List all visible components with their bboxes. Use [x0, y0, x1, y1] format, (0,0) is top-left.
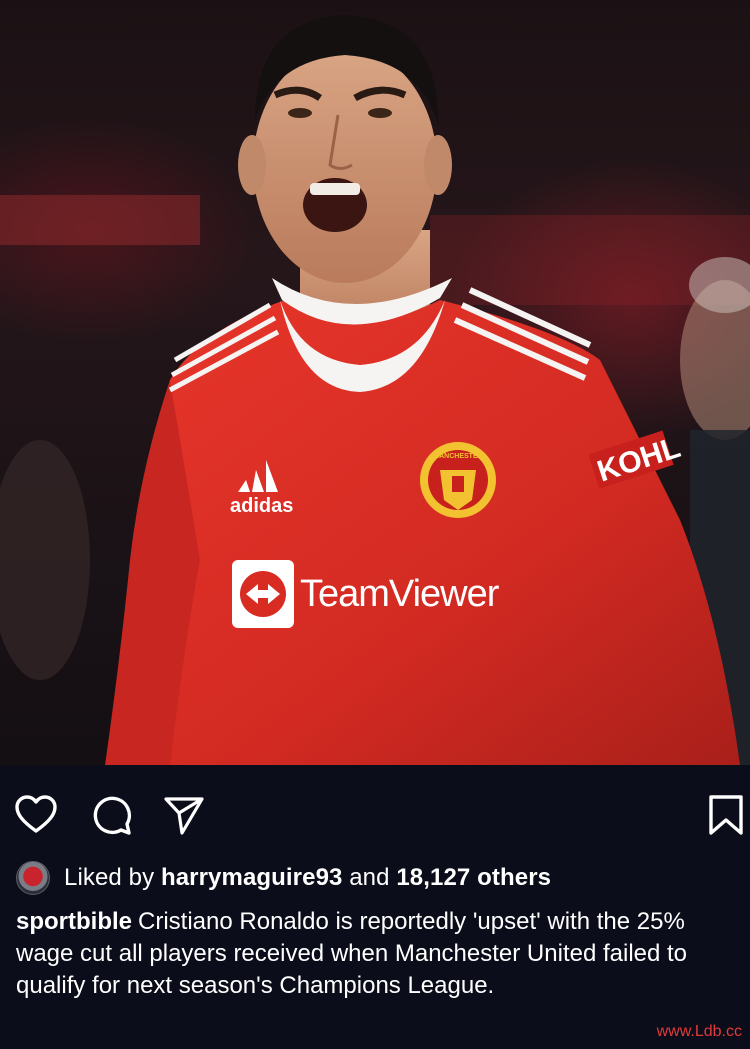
heart-icon[interactable]	[14, 793, 58, 837]
player-illustration: adidas MANCHESTER UNITED TeamViewer KOHL	[0, 15, 750, 765]
crest-bottom-text: UNITED	[445, 511, 471, 518]
bookmark-icon[interactable]	[704, 793, 748, 837]
post-caption: sportbible Cristiano Ronaldo is reportedl…	[16, 906, 738, 1002]
sponsor-wordmark: TeamViewer	[300, 573, 500, 615]
liker-username[interactable]: harrymaguire93	[161, 864, 343, 892]
likes-summary[interactable]: Liked by harrymaguire93 and 18,127 other…	[16, 858, 551, 898]
crest-top-text: MANCHESTER	[433, 453, 482, 460]
liker-avatar[interactable]	[16, 861, 50, 895]
paper-plane-icon[interactable]	[162, 793, 206, 837]
caption-username[interactable]: sportbible	[16, 908, 132, 935]
likes-prefix: Liked by	[64, 864, 161, 891]
adidas-wordmark: adidas	[230, 495, 293, 517]
comment-icon[interactable]	[90, 793, 134, 837]
club-crest: MANCHESTER UNITED	[420, 442, 496, 518]
post-image[interactable]: adidas MANCHESTER UNITED TeamViewer KOHL	[0, 0, 750, 765]
watermark: www.Ldb.cc	[656, 1023, 742, 1040]
likes-middle: and	[342, 864, 397, 891]
likes-count[interactable]: 18,127 others	[396, 864, 551, 892]
post-action-bar	[0, 765, 750, 857]
